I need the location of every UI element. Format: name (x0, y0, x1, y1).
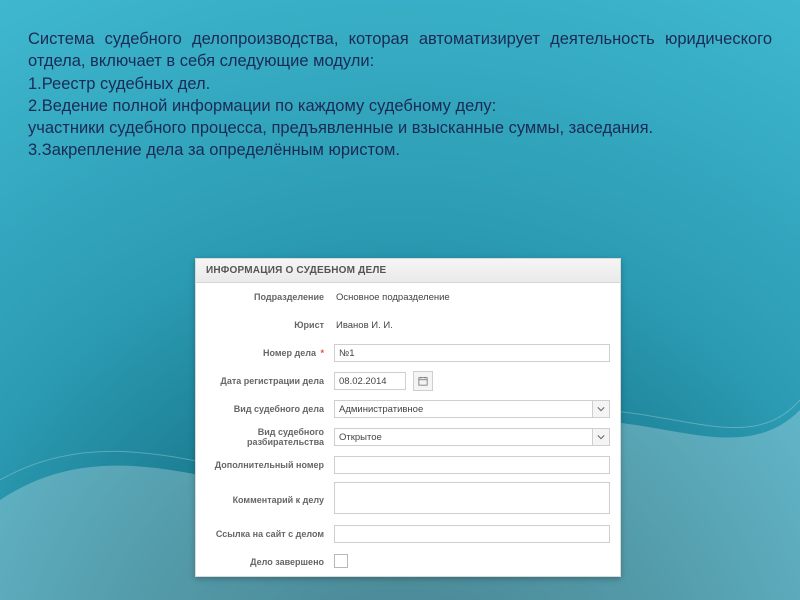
label-case-number: Номер дела * (196, 348, 334, 358)
chevron-down-icon (592, 401, 609, 417)
label-comment: Комментарий к делу (196, 495, 334, 505)
comment-textarea[interactable] (334, 482, 610, 514)
label-subdivision: Подразделение (196, 292, 334, 302)
row-link: Ссылка на сайт с делом (196, 520, 620, 548)
row-extra-number: Дополнительный номер (196, 451, 620, 479)
row-reg-date: Дата регистрации дела (196, 367, 620, 395)
link-input[interactable] (334, 525, 610, 543)
closed-checkbox[interactable] (334, 554, 348, 568)
row-comment: Комментарий к делу (196, 479, 620, 520)
label-reg-date: Дата регистрации дела (196, 376, 334, 386)
row-case-number: Номер дела * (196, 339, 620, 367)
module-line-3: участники судебного процесса, предъявлен… (28, 117, 772, 139)
case-form: ИНФОРМАЦИЯ О СУДЕБНОМ ДЕЛЕ Подразделение… (195, 258, 621, 577)
intro-paragraph: Система судебного делопроизводства, кото… (28, 28, 772, 73)
label-extra-number: Дополнительный номер (196, 460, 334, 470)
row-subdivision: Подразделение Основное подразделение (196, 283, 620, 311)
required-mark: * (320, 348, 324, 358)
module-line-2: 2.Ведение полной информации по каждому с… (28, 95, 772, 117)
label-closed: Дело завершено (196, 557, 334, 567)
module-line-4: 3.Закрепление дела за определённым юрист… (28, 139, 772, 161)
extra-number-input[interactable] (334, 456, 610, 474)
label-link: Ссылка на сайт с делом (196, 529, 334, 539)
label-case-type: Вид судебного дела (196, 404, 334, 414)
form-header: ИНФОРМАЦИЯ О СУДЕБНОМ ДЕЛЕ (196, 259, 620, 283)
proceeding-type-value: Открытое (339, 432, 382, 443)
chevron-down-icon (592, 429, 609, 445)
label-proceeding-type: Вид судебного разбирательства (196, 427, 334, 447)
reg-date-input[interactable] (334, 372, 406, 390)
case-type-value: Административное (339, 404, 423, 415)
row-closed: Дело завершено (196, 548, 620, 576)
module-line-1: 1.Реестр судебных дел. (28, 73, 772, 95)
calendar-icon[interactable] (413, 371, 433, 391)
row-case-type: Вид судебного дела Административное (196, 395, 620, 423)
case-type-select[interactable]: Административное (334, 400, 610, 418)
label-lawyer: Юрист (196, 320, 334, 330)
row-proceeding-type: Вид судебного разбирательства Открытое (196, 423, 620, 451)
case-number-input[interactable] (334, 344, 610, 362)
value-subdivision: Основное подразделение (334, 289, 610, 306)
description-text: Система судебного делопроизводства, кото… (28, 28, 772, 162)
proceeding-type-select[interactable]: Открытое (334, 428, 610, 446)
row-lawyer: Юрист Иванов И. И. (196, 311, 620, 339)
value-lawyer: Иванов И. И. (334, 317, 610, 334)
